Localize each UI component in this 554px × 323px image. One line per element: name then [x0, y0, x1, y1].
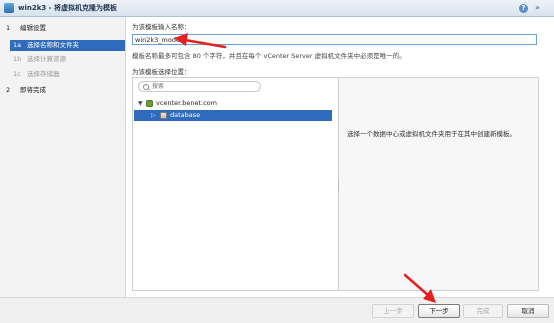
template-name-input[interactable]	[132, 34, 537, 45]
step-ready-to-complete[interactable]: 2 即将完成	[0, 85, 46, 96]
tree-item-label: vcenter.benet.com	[156, 99, 217, 107]
step-edit-settings[interactable]: 1 编辑设置	[0, 23, 46, 34]
tree-expand-icon[interactable]: ▼	[138, 98, 143, 109]
cancel-button[interactable]: 取消	[507, 304, 549, 318]
step-select-compute-resource[interactable]: 1b 选择计算资源	[10, 54, 125, 65]
tree-item-database[interactable]: ▷ database	[134, 110, 332, 121]
location-tree-panel: ▼ vcenter.benet.com ▷ database	[132, 77, 340, 291]
location-label: 为该模板选择位置：	[132, 68, 191, 76]
finish-button[interactable]: 完成	[463, 304, 503, 318]
datacenter-icon	[160, 112, 167, 119]
tree-item-label: database	[170, 111, 201, 119]
tree-collapse-icon[interactable]: ▷	[151, 110, 156, 121]
search-box[interactable]	[138, 81, 261, 92]
back-button[interactable]: 上一步	[372, 304, 414, 318]
template-name-label: 为该模板输入名称：	[132, 23, 191, 31]
expand-icon[interactable]: »	[535, 3, 540, 13]
info-panel: 选择一个数据中心或虚拟机文件夹用于在其中创建新模板。	[339, 77, 539, 291]
wizard-steps-sidebar: 1 编辑设置 1a 选择名称和文件夹 1b 选择计算资源 1c 选择存储器 2 即将完成	[0, 17, 126, 297]
search-icon	[143, 84, 149, 90]
template-name-hint: 模板名称最多可包含 80 个字符，并且在每个 vCenter Server 虚拟…	[132, 52, 406, 60]
vcenter-icon	[146, 100, 153, 107]
search-input[interactable]	[152, 82, 257, 91]
next-button[interactable]: 下一步	[418, 304, 460, 318]
step-select-name-folder[interactable]: 1a 选择名称和文件夹	[10, 40, 125, 51]
vm-icon	[4, 3, 14, 13]
info-text: 选择一个数据中心或虚拟机文件夹用于在其中创建新模板。	[347, 130, 516, 138]
wizard-footer: 上一步 下一步 完成 取消	[0, 297, 554, 323]
window-title: win2k3 - 将虚拟机克隆为模板	[18, 4, 118, 12]
step-select-storage[interactable]: 1c 选择存储器	[10, 69, 125, 80]
tree-item-vcenter[interactable]: ▼ vcenter.benet.com	[134, 98, 337, 109]
title-bar: win2k3 - 将虚拟机克隆为模板 ? »	[0, 0, 554, 17]
help-icon[interactable]: ?	[519, 4, 528, 13]
